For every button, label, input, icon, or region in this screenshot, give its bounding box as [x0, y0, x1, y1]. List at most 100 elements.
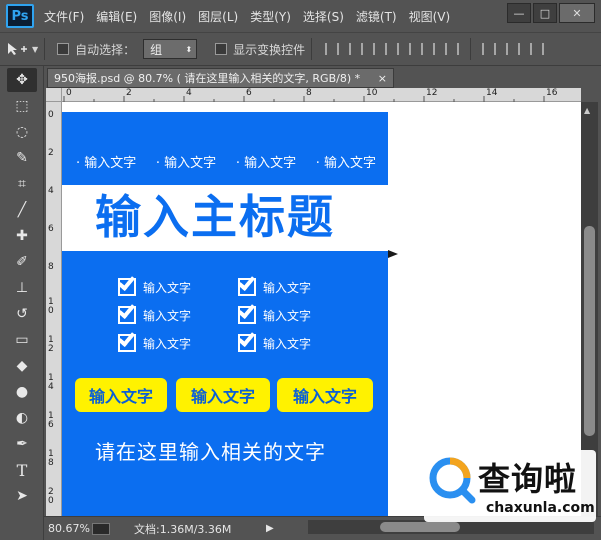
poster-top-label: · 输入文字	[315, 156, 376, 171]
check-item: 输入文字	[237, 328, 312, 352]
ruler-label: 6	[246, 88, 252, 98]
menu-edit[interactable]: 编辑(E)	[96, 8, 137, 25]
minimize-button[interactable]: —	[507, 3, 531, 23]
eraser-tool-icon[interactable]: ▭	[7, 328, 37, 352]
marquee-tool-icon[interactable]: ⬚	[7, 94, 37, 118]
pen-tool-icon[interactable]: ✒	[7, 432, 37, 456]
poster-top-label: · 输入文字	[76, 156, 137, 171]
ruler-label: 0	[48, 110, 54, 120]
align-vcenter-icon[interactable]	[349, 43, 364, 55]
auto-select-dropdown[interactable]: 组 ⬍	[143, 39, 198, 59]
menu-select[interactable]: 选择(S)	[303, 8, 344, 25]
status-menu-arrow-icon[interactable]: ▶	[266, 523, 274, 534]
checkmark-icon	[117, 272, 136, 296]
distribute-bottom-icon[interactable]	[530, 43, 545, 55]
move-tool-icon	[8, 43, 27, 55]
ruler-label: 2 0	[48, 487, 54, 506]
horizontal-scroll-thumb[interactable]	[380, 522, 460, 532]
check-item: 输入文字	[237, 272, 312, 296]
menu-view[interactable]: 视图(V)	[409, 8, 451, 25]
menu-filter[interactable]: 滤镜(T)	[356, 8, 397, 25]
ruler-label: 8	[306, 88, 312, 98]
divider	[44, 38, 46, 60]
ruler-label: 10	[366, 88, 378, 98]
poster-top-labels: · 输入文字 · 输入文字 · 输入文字 · 输入文字	[76, 152, 376, 171]
document-info: 文档:1.36M/3.36M	[134, 522, 232, 536]
ruler-label: 1 4	[48, 373, 54, 392]
align-left-icon[interactable]	[397, 43, 412, 55]
checkmark-icon	[237, 300, 256, 324]
ruler-label: 1 6	[48, 411, 54, 430]
show-transform-checkbox[interactable]	[215, 43, 228, 55]
healing-brush-tool-icon[interactable]: ✚	[7, 224, 37, 248]
chevron-updown-icon: ⬍	[185, 44, 193, 54]
check-item: 输入文字	[117, 328, 192, 352]
poster-yellow-tag: 输入文字	[277, 378, 373, 412]
zoom-level[interactable]: 80.67%	[48, 522, 90, 535]
ruler-label: 0	[66, 88, 72, 98]
menu-bar: Ps 文件(F) 编辑(E) 图像(I) 图层(L) 类型(Y) 选择(S) 滤…	[0, 0, 601, 32]
poster-yellow-tag: 输入文字	[176, 378, 270, 412]
brush-tool-icon[interactable]: ✐	[7, 250, 37, 274]
distribute-top-icon[interactable]	[482, 43, 497, 55]
path-select-tool-icon[interactable]: ➤	[7, 484, 37, 508]
align-bottom-icon[interactable]	[373, 43, 388, 55]
ruler-corner	[46, 88, 62, 102]
crop-tool-icon[interactable]: ⌗	[7, 172, 37, 196]
lasso-tool-icon[interactable]: ◌	[7, 120, 37, 144]
ruler-left: 0 2 4 6 8 1 0 1 2 1 4 1 6 1 8 2 0	[46, 102, 62, 516]
poster-bottom-text: 请在这里输入相关的文字	[95, 440, 326, 464]
ruler-top-ticks	[63, 96, 545, 102]
document-tab[interactable]: 950海报.psd @ 80.7% ( 请在这里输入相关的文字, RGB/8) …	[47, 68, 394, 88]
tools-panel: ✥ ⬚ ◌ ✎ ⌗ ╱ ✚ ✐ ⊥ ↺ ▭ ◆ ● ◐ ✒ T ➤	[0, 66, 44, 540]
distribute-vcenter-icon[interactable]	[506, 43, 521, 55]
align-top-icon[interactable]	[325, 43, 340, 55]
ruler-label: 2	[48, 148, 54, 158]
blur-tool-icon[interactable]: ●	[7, 380, 37, 404]
check-item-label: 输入文字	[263, 308, 312, 323]
check-item-label: 输入文字	[263, 336, 312, 351]
checkmark-icon	[117, 300, 136, 324]
options-bar: ▼ 自动选择： 组 ⬍ 显示变换控件	[0, 32, 601, 66]
ruler-label: 4	[186, 88, 192, 98]
ruler-label: 8	[48, 262, 54, 272]
ruler-label: 2	[126, 88, 132, 98]
maximize-button[interactable]: □	[533, 3, 557, 23]
align-hcenter-icon[interactable]	[421, 43, 436, 55]
paint-bucket-tool-icon[interactable]: ◆	[7, 354, 37, 378]
type-tool-icon[interactable]: T	[7, 458, 37, 482]
status-indicator-icon	[92, 522, 110, 535]
move-tool-icon[interactable]: ✥	[7, 68, 37, 92]
dodge-tool-icon[interactable]: ◐	[7, 406, 37, 430]
close-icon[interactable]: ×	[378, 72, 387, 85]
ruler-label: 6	[48, 224, 54, 234]
divider	[470, 38, 472, 60]
watermark-url: chaxunla.com	[486, 500, 595, 516]
poster-top-label: · 输入文字	[235, 156, 297, 171]
menu-type[interactable]: 类型(Y)	[250, 8, 291, 25]
menu-layer[interactable]: 图层(L)	[198, 8, 238, 25]
check-item: 输入文字	[117, 272, 191, 296]
auto-select-label: 自动选择：	[75, 42, 136, 57]
ruler-label: 1 2	[48, 335, 54, 354]
check-item-label: 输入文字	[263, 280, 312, 295]
ruler-label: 1 8	[48, 449, 54, 468]
show-transform-label: 显示变换控件	[233, 42, 306, 57]
photoshop-logo: Ps	[6, 4, 34, 28]
quick-select-tool-icon[interactable]: ✎	[7, 146, 37, 170]
check-item-label: 输入文字	[143, 336, 192, 351]
close-button[interactable]: ✕	[559, 3, 595, 23]
vertical-scroll-thumb[interactable]	[584, 226, 595, 436]
move-tool-preset[interactable]: ▼	[6, 41, 38, 57]
menu-file[interactable]: 文件(F)	[44, 8, 84, 25]
history-brush-tool-icon[interactable]: ↺	[7, 302, 37, 326]
poster-top-label: · 输入文字	[155, 156, 217, 171]
clone-stamp-tool-icon[interactable]: ⊥	[7, 276, 37, 300]
eyedropper-tool-icon[interactable]: ╱	[7, 198, 37, 222]
align-right-icon[interactable]	[445, 43, 460, 55]
scroll-up-arrow-icon[interactable]: ▲	[584, 106, 590, 115]
checkmark-icon	[237, 328, 256, 352]
ruler-label: 4	[48, 186, 54, 196]
auto-select-checkbox[interactable]	[57, 43, 70, 55]
menu-image[interactable]: 图像(I)	[149, 8, 186, 25]
